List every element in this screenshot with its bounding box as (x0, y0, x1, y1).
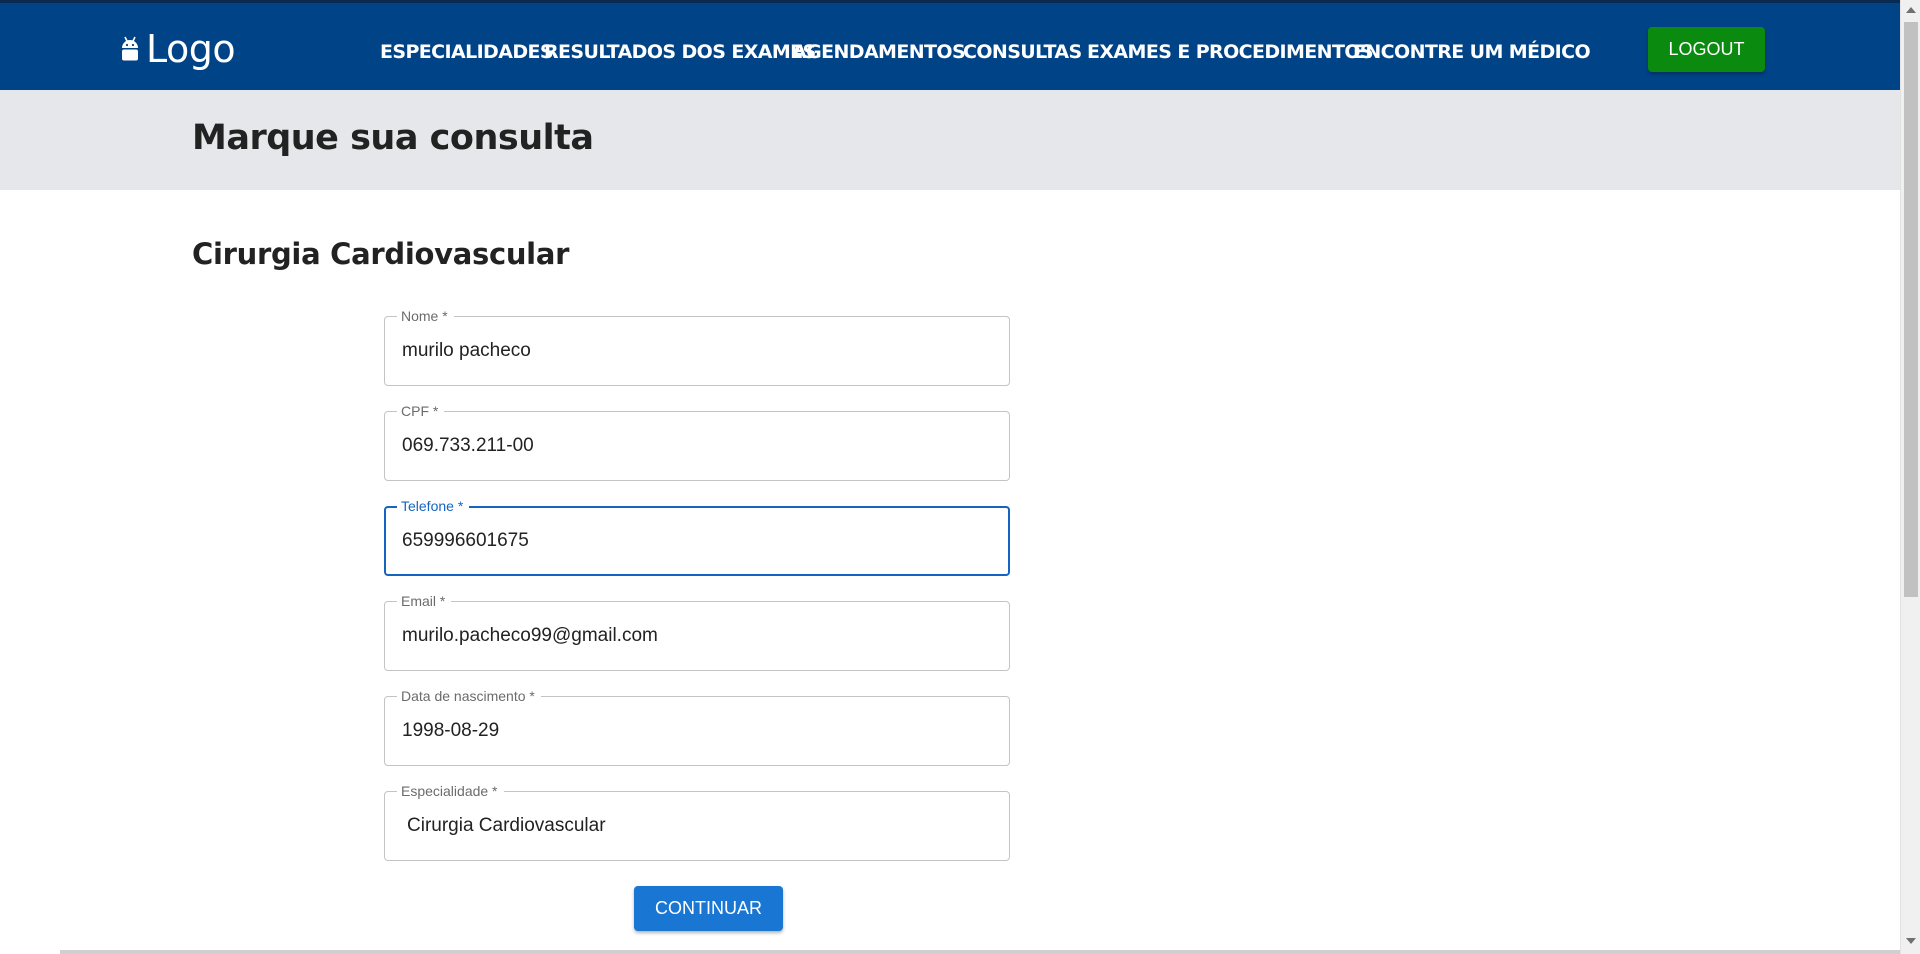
especialidade-select[interactable]: Cirurgia Cardiovascular (407, 792, 606, 860)
logout-button[interactable]: LOGOUT (1648, 27, 1765, 72)
scroll-down-icon[interactable] (1906, 938, 1916, 944)
scroll-thumb[interactable] (1904, 22, 1918, 597)
page-scrollbar[interactable] (1900, 0, 1920, 954)
telefone-input[interactable] (402, 507, 992, 575)
nav-especialidades[interactable]: ESPECIALIDADES (380, 41, 554, 63)
nome-input[interactable] (402, 317, 992, 385)
nav-resultados-exames[interactable]: RESULTADOS DOS EXAMES (544, 41, 816, 63)
especialidade-field[interactable]: Especialidade * Cirurgia Cardiovascular (384, 782, 1010, 861)
horizontal-scrollbar-edge (60, 950, 1900, 954)
nav-encontre-medico[interactable]: ENCONTRE UM MÉDICO (1353, 41, 1591, 63)
nascimento-input[interactable] (402, 697, 992, 765)
specialty-subtitle: Cirurgia Cardiovascular (192, 237, 570, 271)
nav-exames-procedimentos[interactable]: EXAMES E PROCEDIMENTOS (1087, 41, 1374, 63)
telefone-field[interactable]: Telefone * (384, 497, 1010, 576)
cpf-input[interactable] (402, 412, 992, 480)
continue-button[interactable]: CONTINUAR (634, 886, 783, 931)
nome-field[interactable]: Nome * (384, 307, 1010, 386)
page-header: Marque sua consulta (0, 90, 1900, 190)
email-field[interactable]: Email * (384, 592, 1010, 671)
main-nav: ESPECIALIDADES RESULTADOS DOS EXAMES AGE… (0, 3, 1900, 93)
nav-consultas[interactable]: CONSULTAS (963, 41, 1082, 63)
cpf-field[interactable]: CPF * (384, 402, 1010, 481)
page-title: Marque sua consulta (192, 118, 594, 158)
top-navbar: Logo ESPECIALIDADES RESULTADOS DOS EXAME… (0, 0, 1900, 90)
scroll-up-icon[interactable] (1906, 7, 1916, 13)
email-input[interactable] (402, 602, 992, 670)
nascimento-field[interactable]: Data de nascimento * (384, 687, 1010, 766)
nav-agendamentos[interactable]: AGENDAMENTOS (792, 41, 966, 63)
